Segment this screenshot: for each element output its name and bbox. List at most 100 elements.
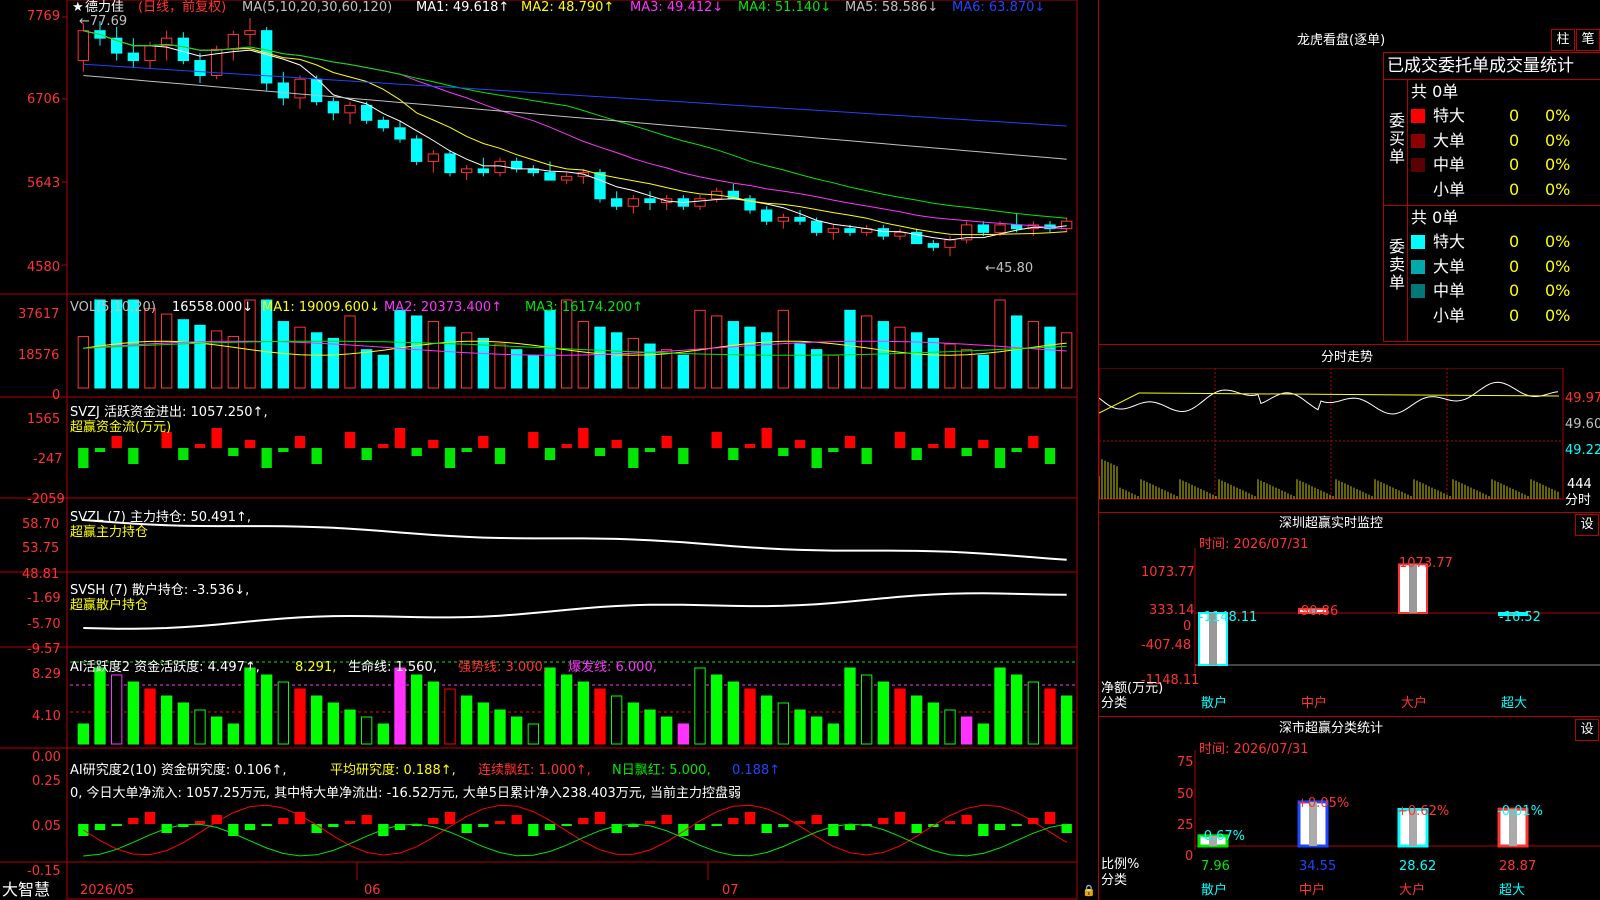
monitor-ylabel: 净额(万元)	[1101, 681, 1164, 696]
lock-icon[interactable]: 🔒	[1082, 884, 1096, 898]
volume-bar	[394, 309, 406, 389]
classify-header-line	[1099, 716, 1600, 717]
volume-bar	[444, 326, 456, 389]
candle	[244, 30, 256, 35]
classify-settings-button[interactable]: 设	[1575, 719, 1599, 741]
classify-value-1: 7.96	[1201, 859, 1230, 874]
research-bar	[428, 818, 439, 824]
flow-bar	[294, 436, 306, 448]
research-bar	[511, 815, 522, 824]
svsh-axis-2: -5.70	[27, 617, 61, 632]
candle	[461, 168, 473, 174]
svzj-axis-2: -247	[33, 452, 63, 467]
volume-bar	[611, 332, 623, 389]
flow-bar	[378, 444, 389, 448]
monitor-axis-3: 0	[1183, 619, 1192, 634]
sell-row-label: 特大	[1433, 232, 1466, 251]
classify-value-4: 28.87	[1499, 859, 1537, 874]
buy-side-label: 委买单	[1389, 111, 1406, 166]
volume-bar	[77, 336, 89, 389]
activity-bar	[611, 695, 623, 745]
vol-ma2: MA2: 20373.400↑	[384, 300, 503, 315]
candle	[611, 198, 623, 207]
flow-bar	[261, 448, 272, 468]
monitor-settings-button[interactable]: 设	[1575, 514, 1599, 536]
volume-bar	[627, 337, 640, 389]
activity-bar	[511, 716, 523, 745]
activity-bar	[211, 716, 223, 745]
volume-bar	[344, 315, 356, 389]
volume-bar	[211, 330, 223, 389]
flow-bar	[528, 432, 539, 448]
date-label-2: 06	[364, 883, 381, 898]
activity-bar	[377, 723, 389, 745]
activity-bar	[644, 709, 656, 745]
monitor-title: 深圳超赢实时监控	[1279, 516, 1384, 531]
sell-row-n: 0	[1509, 256, 1520, 276]
activity-bar	[394, 667, 406, 745]
period-tag[interactable]: (日线，前复权)	[138, 1, 226, 15]
research-bar	[661, 815, 672, 824]
flow-bar	[461, 448, 472, 452]
intraday-chart[interactable]	[1099, 368, 1600, 513]
tick-mode-button[interactable]: 笔	[1576, 29, 1600, 51]
monitor-bar-shade	[1409, 564, 1417, 613]
volume-bar	[761, 332, 773, 389]
flow-bar	[744, 444, 756, 448]
activity-bar	[94, 667, 106, 745]
classify-change-3: +0.62%	[1397, 804, 1450, 819]
volume-bar	[294, 326, 306, 389]
research-bar	[1011, 824, 1022, 826]
flow-bar	[944, 428, 956, 448]
activity-bar	[277, 681, 289, 745]
buy-row-swatch	[1411, 158, 1425, 172]
candle	[694, 198, 706, 207]
intraday-price-2: 49.60	[1565, 417, 1600, 432]
flow-bar	[578, 428, 589, 448]
classify-cat-2: 中户	[1299, 883, 1326, 898]
volume-bar	[327, 337, 339, 389]
sell-row-label: 大单	[1433, 256, 1466, 276]
volume-bar	[277, 321, 289, 389]
research-bar	[244, 824, 256, 830]
dragon-divider-1	[1383, 79, 1600, 80]
flow-bar	[911, 448, 922, 460]
activity-bar	[177, 702, 190, 745]
flow-bar	[794, 440, 806, 448]
svzl-axis-3: 48.81	[22, 567, 60, 582]
volume-bar	[661, 349, 673, 389]
ai2-axis-3: -0.15	[27, 864, 61, 879]
stock-name[interactable]: 德力佳	[85, 1, 124, 15]
volume-bar	[594, 326, 606, 389]
main-chart-area[interactable]: ★ 德力佳 (日线，前复权) MA(5,10,20,30,60,120) MA1…	[0, 0, 1098, 900]
activity-bar	[761, 695, 773, 745]
activity-bar	[344, 709, 356, 745]
candle	[1061, 220, 1073, 230]
activity-bar	[161, 695, 173, 745]
research-bar	[894, 812, 906, 824]
buy-row-p: 0%	[1545, 130, 1571, 150]
monitor-axis-2: 333.14	[1149, 603, 1195, 618]
bar-mode-button[interactable]: 柱	[1551, 29, 1575, 51]
research-bar	[711, 824, 722, 826]
sell-row-n: 0	[1509, 232, 1520, 251]
volume-bar	[644, 343, 656, 389]
activity-bar	[911, 695, 923, 745]
candle	[477, 168, 489, 174]
svsh-label: SVSH (7) 散户持仓: -3.536↓,	[70, 583, 250, 598]
flow-bar	[1028, 436, 1039, 448]
activity-bar	[977, 723, 990, 745]
flow-bar	[611, 440, 622, 448]
candle	[944, 239, 956, 248]
volume-bar	[511, 349, 523, 389]
activity-bar	[827, 723, 840, 745]
activity-bar	[77, 723, 89, 745]
monitor-axis-4: -407.48	[1141, 638, 1192, 653]
classify-cat-4: 超大	[1499, 883, 1526, 898]
flow-bar	[78, 448, 89, 468]
candle	[594, 172, 606, 200]
price-axis-2: 6706	[27, 92, 61, 107]
candle	[294, 78, 306, 99]
intraday-header-line	[1099, 344, 1600, 345]
research-bar	[694, 824, 706, 830]
